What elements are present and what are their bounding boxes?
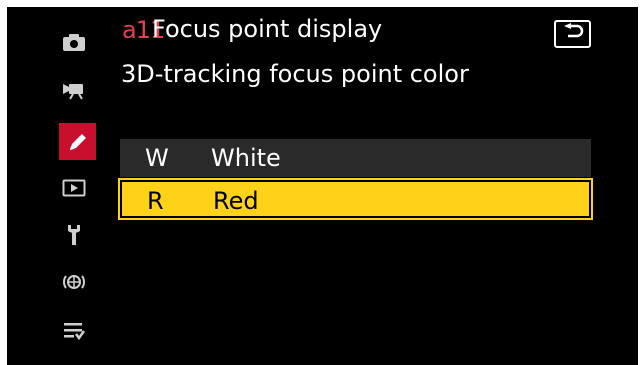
setting-subtitle: 3D-tracking focus point color [121,60,469,88]
option-label: White [211,144,281,172]
menu-sidebar [7,7,108,365]
option-key: R [147,187,164,215]
wrench-icon[interactable] [60,221,88,249]
playback-icon[interactable] [60,174,88,202]
my-menu-icon[interactable] [60,316,88,344]
return-button[interactable] [554,20,591,48]
option-label: Red [213,187,259,215]
page-title: Focus point display [152,15,383,43]
option-red[interactable]: R Red [118,178,593,220]
pencil-icon[interactable] [59,123,96,160]
option-white[interactable]: W White [120,139,591,177]
movie-camera-icon[interactable] [60,75,88,103]
return-arrow-icon [562,23,584,45]
option-key: W [145,144,169,172]
menu-header: a11 Focus point display [117,7,597,53]
camera-menu-screen: a11 Focus point display 3D-tracking focu… [7,7,638,365]
camera-icon[interactable] [60,28,88,56]
network-icon[interactable] [60,268,88,296]
menu-content: a11 Focus point display 3D-tracking focu… [117,7,638,365]
